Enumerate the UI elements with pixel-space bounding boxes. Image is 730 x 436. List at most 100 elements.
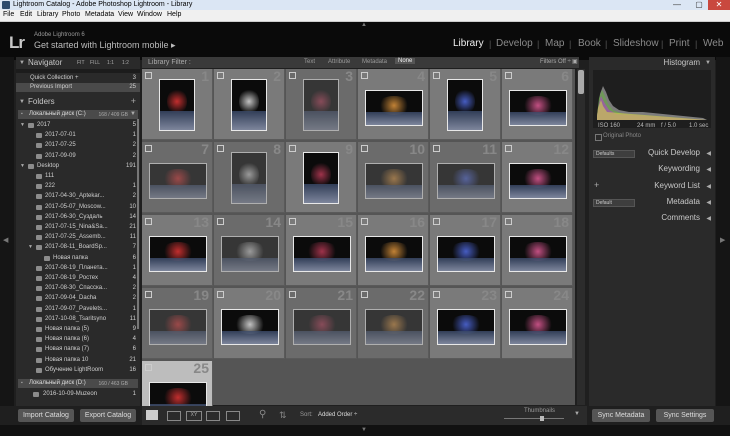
module-slideshow[interactable]: Slideshow	[613, 38, 659, 49]
menu-view[interactable]: View	[118, 11, 133, 18]
photo-thumbnail[interactable]	[365, 90, 423, 126]
toolbar-menu-icon[interactable]: ▼	[574, 411, 580, 417]
menu-metadata[interactable]: Metadata	[85, 11, 114, 18]
grid-cell[interactable]: 23	[430, 287, 501, 359]
grid-cell[interactable]: 11	[430, 141, 501, 213]
catalog-row[interactable]: Quick Collection + 3	[16, 74, 140, 83]
right-section-title[interactable]: Keywording	[658, 164, 700, 173]
navigator-title[interactable]: Navigator	[28, 58, 62, 67]
section-toggle-icon[interactable]: ◀	[706, 166, 711, 173]
folder-row[interactable]: 2017-07-01 1	[16, 131, 140, 140]
pick-flag-checkbox[interactable]	[217, 72, 224, 79]
photo-thumbnail[interactable]	[231, 79, 267, 131]
pick-flag-checkbox[interactable]	[145, 291, 152, 298]
disclosure-icon[interactable]: ▼	[20, 122, 25, 128]
preset-select[interactable]: Default	[593, 199, 635, 207]
pick-flag-checkbox[interactable]	[505, 218, 512, 225]
module-print[interactable]: Print	[669, 38, 690, 49]
right-section-title[interactable]: Metadata	[667, 197, 700, 206]
collapse-left-icon[interactable]: ◀	[3, 236, 8, 244]
grid-cell[interactable]: 8	[214, 141, 285, 213]
grid-cell[interactable]: 16	[358, 214, 429, 286]
photo-thumbnail[interactable]	[437, 163, 495, 199]
grid-scroll-thumb[interactable]	[578, 70, 584, 94]
pick-flag-checkbox[interactable]	[289, 72, 296, 79]
zoom-1-2[interactable]: 1:2	[122, 60, 129, 66]
photo-thumbnail[interactable]	[437, 309, 495, 345]
module-web[interactable]: Web	[703, 38, 723, 49]
disclosure-icon[interactable]: ▼	[20, 163, 25, 169]
pick-flag-checkbox[interactable]	[289, 218, 296, 225]
grid-scrollbar[interactable]	[577, 69, 585, 405]
folder-row[interactable]: 222 1	[16, 182, 140, 191]
photo-thumbnail[interactable]	[447, 79, 483, 131]
photo-thumbnail[interactable]	[509, 236, 567, 272]
grid-cell[interactable]: 4	[358, 68, 429, 140]
folder-row[interactable]: Новая папка 6	[16, 254, 140, 263]
pick-flag-checkbox[interactable]	[361, 72, 368, 79]
menu-library[interactable]: Library	[37, 11, 58, 18]
filter-text[interactable]: Text	[304, 59, 315, 65]
photo-thumbnail[interactable]	[149, 309, 207, 345]
pick-flag-checkbox[interactable]	[433, 218, 440, 225]
folder-row[interactable]: 2017-04-30_Aptekar... 2	[16, 192, 140, 201]
folder-row[interactable]: 2017-10-08_Tsaritsyno 11	[16, 315, 140, 324]
photo-thumbnail[interactable]	[509, 90, 567, 126]
folder-row[interactable]: 2017-07-25 2	[16, 141, 140, 150]
menu-file[interactable]: File	[3, 11, 14, 18]
photo-thumbnail[interactable]	[509, 163, 567, 199]
photo-thumbnail[interactable]	[303, 152, 339, 204]
module-develop[interactable]: Develop	[496, 38, 533, 49]
left-panel-scrollbar[interactable]	[137, 119, 139, 329]
filter-none[interactable]: None	[395, 58, 416, 64]
folder-row[interactable]: 2017-08-30_Спасска... 2	[16, 284, 140, 293]
navigator-toggle-icon[interactable]: ▼	[19, 60, 25, 66]
folder-row[interactable]: 2017-09-04_Dacha 2	[16, 294, 140, 303]
photo-thumbnail[interactable]	[509, 309, 567, 345]
pick-flag-checkbox[interactable]	[145, 364, 152, 371]
folders-toggle-icon[interactable]: ▼	[19, 99, 25, 105]
disk-d-bar[interactable]: ▪ Локальный диск (D:) 160 / 463 GB	[18, 379, 138, 388]
folder-row[interactable]: 2017-06-30_Суздаль 14	[16, 213, 140, 222]
menu-edit[interactable]: Edit	[20, 11, 32, 18]
identity-headline[interactable]: Get started with Lightroom mobile ▸	[34, 40, 176, 51]
grid-cell[interactable]: 10	[358, 141, 429, 213]
disk-menu-icon[interactable]: ▼	[130, 111, 136, 117]
folder-row[interactable]: Новая папка (6) 4	[16, 335, 140, 344]
zoom-fit[interactable]: FIT	[77, 60, 85, 66]
lock-icon[interactable]: ▣	[572, 58, 578, 65]
folder-row[interactable]: 2017-08-19_Ростех 4	[16, 274, 140, 283]
preset-select[interactable]: Defaults	[593, 150, 635, 158]
grid-cell[interactable]: 14	[214, 214, 285, 286]
pick-flag-checkbox[interactable]	[433, 291, 440, 298]
folder-row[interactable]: 2017-08-19_Планета... 1	[16, 264, 140, 273]
loupe-view-icon[interactable]	[167, 411, 181, 421]
folder-row[interactable]: 2017-09-07_Pavelets... 1	[16, 305, 140, 314]
grid-cell[interactable]: 12	[502, 141, 573, 213]
folder-row[interactable]: 2017-07-15_Nina&Sa... 21	[16, 223, 140, 232]
grid-cell[interactable]: 20	[214, 287, 285, 359]
section-toggle-icon[interactable]: ◀	[706, 215, 711, 222]
folder-row[interactable]: 2017-07-25_Assemb... 11	[16, 233, 140, 242]
grid-cell[interactable]: 19	[142, 287, 213, 359]
export-catalog-button[interactable]: Export Catalog	[80, 409, 136, 422]
folder-row[interactable]: Обучение LightRoom 16	[16, 366, 140, 375]
pick-flag-checkbox[interactable]	[289, 145, 296, 152]
disclosure-icon[interactable]: ▼	[28, 244, 33, 250]
folder-row[interactable]: 2017-05-07_Moscow... 10	[16, 203, 140, 212]
thumbnail-size-slider[interactable]	[504, 418, 564, 419]
photo-thumbnail[interactable]	[221, 309, 279, 345]
pick-flag-checkbox[interactable]	[145, 145, 152, 152]
folder-row[interactable]: 2016-10-09-Muzeon 1	[16, 390, 140, 399]
photo-thumbnail[interactable]	[221, 236, 279, 272]
module-book[interactable]: Book	[578, 38, 601, 49]
folder-row[interactable]: ▼ 2017-08-11_BoardSp... 7	[16, 243, 140, 252]
menu-photo[interactable]: Photo	[62, 11, 80, 18]
grid-cell[interactable]: 21	[286, 287, 357, 359]
folder-row[interactable]: Новая папка (7) 6	[16, 345, 140, 354]
compare-view-icon[interactable]: XY	[186, 411, 202, 421]
pick-flag-checkbox[interactable]	[361, 291, 368, 298]
grid-cell[interactable]: 13	[142, 214, 213, 286]
thumbnail-size-handle[interactable]	[540, 416, 544, 421]
sync-metadata-button[interactable]: Sync Metadata	[592, 409, 650, 422]
